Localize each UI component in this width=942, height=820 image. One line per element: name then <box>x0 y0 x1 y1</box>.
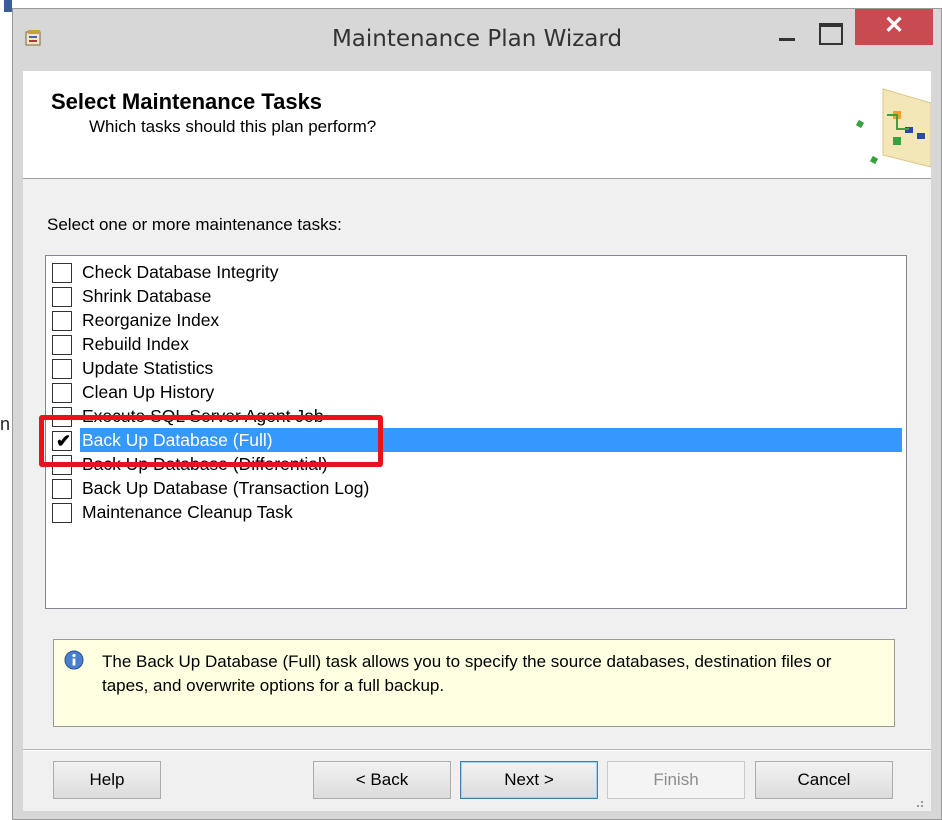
task-item-reorganize-index[interactable]: Reorganize Index <box>50 308 900 332</box>
background-text-fragment: n <box>0 414 11 434</box>
task-label: Maintenance Cleanup Task <box>82 502 293 522</box>
task-label: Shrink Database <box>82 286 212 306</box>
back-button[interactable]: < Back <box>313 761 451 799</box>
wizard-client-area: Select Maintenance Tasks Which tasks sho… <box>23 71 931 811</box>
minimize-button[interactable] <box>767 13 807 47</box>
task-item-rebuild-index[interactable]: Rebuild Index <box>50 332 900 356</box>
task-item-clean-up-history[interactable]: Clean Up History <box>50 380 900 404</box>
close-button[interactable]: ✕ <box>855 9 933 45</box>
task-label: Reorganize Index <box>82 310 220 330</box>
task-item-back-up-database-transaction-log[interactable]: Back Up Database (Transaction Log) <box>50 476 900 500</box>
task-label: Clean Up History <box>82 382 215 402</box>
task-checkbox[interactable] <box>52 263 72 283</box>
task-list-prompt: Select one or more maintenance tasks: <box>47 215 342 234</box>
task-checkbox[interactable] <box>52 287 72 307</box>
task-checkbox[interactable] <box>52 479 72 499</box>
task-item-maintenance-cleanup-task[interactable]: Maintenance Cleanup Task <box>50 500 900 524</box>
help-button[interactable]: Help <box>53 761 161 799</box>
info-icon <box>64 650 84 670</box>
task-checkbox[interactable] <box>52 503 72 523</box>
task-description-box: The Back Up Database (Full) task allows … <box>53 639 895 727</box>
task-item-update-statistics[interactable]: Update Statistics <box>50 356 900 380</box>
page-title: Select Maintenance Tasks <box>51 89 323 114</box>
task-checkbox[interactable] <box>52 335 72 355</box>
task-label: Check Database Integrity <box>82 262 279 282</box>
resize-grip-icon[interactable] <box>913 797 925 809</box>
page-subtitle: Which tasks should this plan perform? <box>89 117 377 136</box>
task-label: Rebuild Index <box>82 334 190 354</box>
next-button[interactable]: Next > <box>460 761 598 799</box>
task-description-text: The Back Up Database (Full) task allows … <box>102 652 832 695</box>
task-checkbox[interactable] <box>52 311 72 331</box>
task-label: Update Statistics <box>82 358 214 378</box>
maximize-button[interactable] <box>809 13 849 47</box>
title-bar[interactable]: Maintenance Plan Wizard ✕ <box>13 9 941 71</box>
background-blue-fragment <box>4 0 12 12</box>
task-item-shrink-database[interactable]: Shrink Database <box>50 284 900 308</box>
task-label: Back Up Database (Transaction Log) <box>82 478 370 498</box>
cancel-button[interactable]: Cancel <box>755 761 893 799</box>
button-separator <box>23 749 931 751</box>
task-checkbox[interactable] <box>52 383 72 403</box>
wizard-window: Maintenance Plan Wizard ✕ Select Mainten… <box>12 8 942 820</box>
wizard-header: Select Maintenance Tasks Which tasks sho… <box>23 71 931 179</box>
red-highlight-annotation <box>39 415 383 467</box>
task-checkbox[interactable] <box>52 359 72 379</box>
finish-button[interactable]: Finish <box>607 761 745 799</box>
wizard-graphic-icon <box>855 88 931 168</box>
task-item-check-database-integrity[interactable]: Check Database Integrity <box>50 260 900 284</box>
